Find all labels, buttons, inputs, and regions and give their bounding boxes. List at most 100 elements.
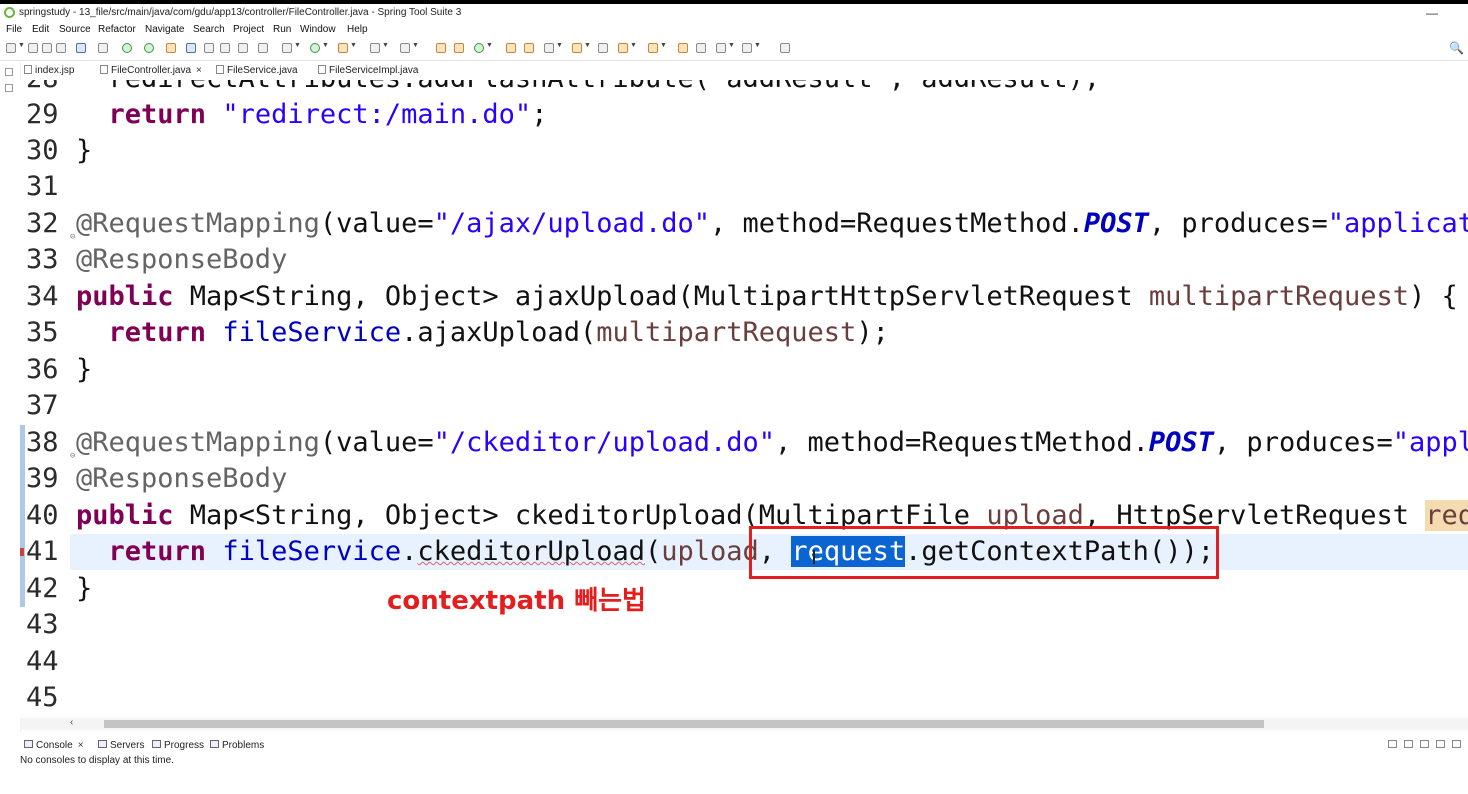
prev-annotation-icon[interactable]: [648, 43, 658, 53]
debug-dropdown-icon[interactable]: ▼: [294, 42, 301, 49]
new-class-icon[interactable]: [436, 43, 446, 53]
maximize-view-icon[interactable]: [1452, 740, 1461, 748]
tab-label: Servers: [110, 740, 145, 751]
tab-problems[interactable]: Problems: [210, 738, 264, 754]
close-icon[interactable]: ×: [78, 740, 84, 751]
prev-annotation-dropdown-icon[interactable]: ▼: [660, 42, 667, 49]
new-project-dropdown-icon[interactable]: ▼: [486, 42, 493, 49]
stop-icon[interactable]: [370, 43, 380, 53]
string-literal: "/ckeditor/upload.do": [433, 427, 776, 458]
code-line-33: 33 @ResponseBody: [20, 242, 1468, 278]
tab-index-jsp[interactable]: index.jsp: [24, 62, 74, 80]
mark-occurrences-icon[interactable]: [186, 43, 196, 53]
menu-help[interactable]: Help: [347, 22, 368, 38]
new-icon[interactable]: [6, 43, 16, 53]
menu-run[interactable]: Run: [273, 22, 291, 38]
restore-icon[interactable]: [5, 68, 13, 76]
deploy-dropdown-icon[interactable]: ▼: [412, 42, 419, 49]
deploy-icon[interactable]: [400, 43, 410, 53]
open-task-icon[interactable]: [524, 43, 534, 53]
line-code: public Map<String, Object> ajaxUpload(Mu…: [76, 281, 1458, 312]
open-perspective-icon[interactable]: [572, 43, 582, 53]
keyword: public: [76, 500, 174, 531]
search-icon[interactable]: 🔍: [1449, 41, 1464, 55]
minimize-button[interactable]: —: [1426, 4, 1438, 22]
menu-search[interactable]: Search: [193, 22, 225, 38]
last-edit-icon[interactable]: [678, 43, 688, 53]
code-line-41: 41 return fileService.ckeditorUpload(upl…: [20, 534, 1468, 570]
menu-edit[interactable]: Edit: [32, 22, 49, 38]
block-select-icon[interactable]: [220, 43, 230, 53]
console-toolbar: [1388, 738, 1468, 754]
open-type-icon[interactable]: [506, 43, 516, 53]
back-dropdown-icon[interactable]: ▼: [728, 42, 735, 49]
debug-icon[interactable]: [282, 43, 292, 53]
keyword: public: [76, 281, 174, 312]
menu-source[interactable]: Source: [59, 22, 91, 38]
menu-refactor[interactable]: Refactor: [98, 22, 136, 38]
code-editor[interactable]: 28 redirectAttributes.addFlashAttribute(…: [20, 80, 1468, 718]
wizard-icon[interactable]: [166, 43, 176, 53]
refresh-icon[interactable]: [144, 43, 154, 53]
save-icon[interactable]: [28, 43, 38, 53]
line-number: 32: [26, 208, 59, 239]
keyword: return: [108, 99, 207, 130]
external-tools-icon[interactable]: [338, 43, 348, 53]
line-number: 45: [26, 682, 59, 713]
spring-boot-icon[interactable]: [122, 43, 132, 53]
tab-servers[interactable]: Servers: [98, 738, 144, 754]
tab-progress[interactable]: Progress: [152, 738, 204, 754]
pen-dropdown-icon[interactable]: ▼: [556, 42, 563, 49]
tab-console[interactable]: Console ×: [24, 738, 84, 754]
static-field: POST: [1148, 427, 1214, 458]
globe-icon[interactable]: [598, 43, 608, 53]
tab-filecontroller-java[interactable]: FileController.java ×: [100, 62, 202, 80]
line-number: 40: [26, 500, 59, 531]
show-whitespace-icon[interactable]: [238, 43, 248, 53]
save-all-icon[interactable]: [42, 43, 52, 53]
error-marker-icon[interactable]: [20, 548, 24, 556]
pin-editor-icon[interactable]: [780, 43, 790, 53]
forward-icon[interactable]: [742, 43, 752, 53]
forward-dropdown-icon[interactable]: ▼: [754, 42, 761, 49]
new-project-icon[interactable]: [474, 43, 484, 53]
close-icon[interactable]: ×: [196, 65, 202, 76]
menu-file[interactable]: File: [6, 22, 22, 38]
display-console-icon[interactable]: [1404, 740, 1413, 748]
tab-fileservice-java[interactable]: FileService.java: [216, 62, 298, 80]
pilcrow-icon[interactable]: [258, 43, 268, 53]
minimize-view-icon[interactable]: [1436, 740, 1445, 748]
external-tools-dropdown-icon[interactable]: ▼: [350, 42, 357, 49]
horizontal-scrollbar[interactable]: ‹: [20, 717, 1468, 730]
string-literal: "applic: [1392, 427, 1468, 458]
run-icon[interactable]: [310, 43, 320, 53]
menu-project[interactable]: Project: [233, 22, 264, 38]
servers-icon: [98, 740, 107, 748]
console-message: No consoles to display at this time.: [20, 755, 174, 766]
open-console-icon[interactable]: [1420, 740, 1429, 748]
package-explorer-icon[interactable]: [5, 84, 13, 92]
line-code: redirectAttributes.addFlashAttribute("ad…: [76, 80, 1101, 97]
perspective-dropdown-icon[interactable]: ▼: [584, 42, 591, 49]
next-annotation-dropdown-icon[interactable]: ▼: [630, 42, 637, 49]
word-wrap-icon[interactable]: [204, 43, 214, 53]
forward-edit-icon[interactable]: [696, 43, 706, 53]
scrollbar-thumb[interactable]: [104, 720, 1264, 728]
terminal-icon[interactable]: [76, 43, 86, 53]
print-icon[interactable]: [56, 43, 66, 53]
progress-icon: [152, 740, 161, 748]
run-dropdown-icon[interactable]: ▼: [322, 42, 329, 49]
stop-dropdown-icon[interactable]: ▼: [382, 42, 389, 49]
next-annotation-icon[interactable]: [618, 43, 628, 53]
scroll-left-icon[interactable]: ‹: [70, 717, 73, 728]
tab-fileserviceimpl-java[interactable]: FileServiceImpl.java: [318, 62, 418, 80]
new-dropdown-icon[interactable]: ▼: [18, 42, 25, 49]
back-icon[interactable]: [716, 43, 726, 53]
line-number: 31: [26, 171, 59, 202]
menu-window[interactable]: Window: [300, 22, 336, 38]
menu-navigate[interactable]: Navigate: [145, 22, 184, 38]
pen-icon[interactable]: [544, 43, 554, 53]
skip-breakpoints-icon[interactable]: [98, 43, 108, 53]
pin-console-icon[interactable]: [1388, 740, 1397, 748]
new-package-icon[interactable]: [454, 43, 464, 53]
